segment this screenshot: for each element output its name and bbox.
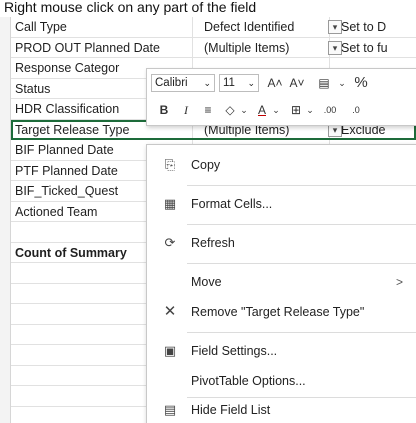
menu-item-label: Move: [191, 275, 222, 289]
mini-toolbar-row: B I ≡ ◇ ⌄ A ⌄ ⊞ ⌄ .00 .0: [147, 97, 416, 123]
row-header-strip: [0, 17, 11, 423]
caption-text: Right mouse click on any part of the fie…: [4, 0, 257, 15]
chevron-down-icon: ⌄: [203, 78, 211, 88]
font-size-value: 11: [223, 77, 235, 89]
filter-field-value[interactable]: (Multiple Items): [204, 38, 340, 58]
remove-icon: ✕: [163, 303, 177, 320]
increase-decimal-icon[interactable]: .00: [319, 101, 341, 119]
number-format-icon[interactable]: ▤: [313, 74, 335, 92]
menu-separator: [187, 332, 416, 333]
decrease-decimal-icon[interactable]: .0: [345, 101, 367, 119]
chevron-down-icon: ⌄: [247, 78, 255, 88]
context-menu: ⎘ Copy ▦ Format Cells... ⟳ Refresh Move …: [146, 144, 416, 423]
menu-item-copy[interactable]: ⎘ Copy: [147, 150, 416, 180]
cell-text: Set to fu: [341, 40, 388, 55]
table-row[interactable]: Call Type Defect Identified ▾ Set to D: [11, 17, 416, 38]
menu-separator: [187, 263, 416, 264]
menu-item-label: Remove "Target Release Type": [191, 305, 365, 319]
menu-separator: [187, 224, 416, 225]
menu-separator: [187, 185, 416, 186]
align-icon[interactable]: ≡: [199, 101, 217, 119]
italic-button[interactable]: I: [177, 101, 195, 119]
filter-field-label: PROD OUT Planned Date: [15, 40, 160, 55]
chevron-down-icon[interactable]: ⌄: [305, 101, 315, 119]
menu-item-refresh[interactable]: ⟳ Refresh: [147, 228, 416, 258]
table-row[interactable]: PROD OUT Planned Date (Multiple Items) ▾…: [11, 38, 416, 58]
chevron-right-icon: >: [395, 275, 403, 289]
filter-dropdown-icon[interactable]: ▾: [328, 20, 342, 34]
format-cells-icon: ▦: [163, 196, 177, 211]
menu-item-move[interactable]: Move >: [147, 267, 416, 297]
menu-item-label: PivotTable Options...: [191, 374, 306, 388]
screenshot-root: Right mouse click on any part of the fie…: [0, 0, 416, 423]
chevron-down-icon[interactable]: ⌄: [337, 74, 347, 92]
font-size-dropdown[interactable]: 11 ⌄: [219, 74, 259, 92]
borders-icon[interactable]: ⊞: [287, 101, 305, 119]
field-settings-icon: ▣: [163, 343, 177, 358]
filter-dropdown-icon[interactable]: ▾: [328, 40, 342, 55]
shrink-font-button[interactable]: A˅: [287, 74, 307, 92]
font-name-dropdown[interactable]: Calibri ⌄: [151, 74, 215, 92]
menu-item-pivottable-options[interactable]: PivotTable Options...: [147, 366, 416, 396]
menu-item-label: Field Settings...: [191, 344, 278, 358]
mini-toolbar-row: Calibri ⌄ 11 ⌄ A˄ A˅ ▤ ⌄ %: [147, 70, 416, 96]
font-name-value: Calibri: [155, 77, 188, 89]
chevron-down-icon[interactable]: ⌄: [271, 101, 281, 119]
grow-font-button[interactable]: A˄: [265, 74, 285, 92]
bold-button[interactable]: B: [155, 101, 173, 119]
font-color-icon[interactable]: A: [253, 101, 271, 119]
filter-field-value[interactable]: Defect Identified: [204, 17, 340, 37]
menu-item-label: Format Cells...: [191, 197, 273, 211]
menu-item-label: Copy: [191, 158, 221, 172]
menu-item-format-cells[interactable]: ▦ Format Cells...: [147, 189, 416, 219]
mini-formatting-toolbar: Calibri ⌄ 11 ⌄ A˄ A˅ ▤ ⌄ % B I ≡ ◇ ⌄ A ⌄…: [146, 68, 416, 126]
percent-style-button[interactable]: %: [351, 74, 371, 92]
menu-item-hide-field-list[interactable]: ▤ Hide Field List: [147, 395, 416, 423]
field-list-icon: ▤: [163, 402, 177, 417]
fill-color-icon[interactable]: ◇: [221, 101, 239, 119]
filter-field-label: Call Type: [15, 20, 67, 34]
chevron-down-icon[interactable]: ⌄: [239, 101, 249, 119]
menu-item-remove-field[interactable]: ✕ Remove "Target Release Type": [147, 297, 416, 327]
refresh-icon: ⟳: [164, 235, 176, 250]
menu-item-label: Refresh: [191, 236, 235, 250]
copy-icon: ⎘: [164, 157, 176, 172]
menu-item-field-settings[interactable]: ▣ Field Settings...: [147, 336, 416, 366]
menu-item-label: Hide Field List: [191, 403, 271, 417]
cell-text: Set to D: [341, 20, 387, 34]
